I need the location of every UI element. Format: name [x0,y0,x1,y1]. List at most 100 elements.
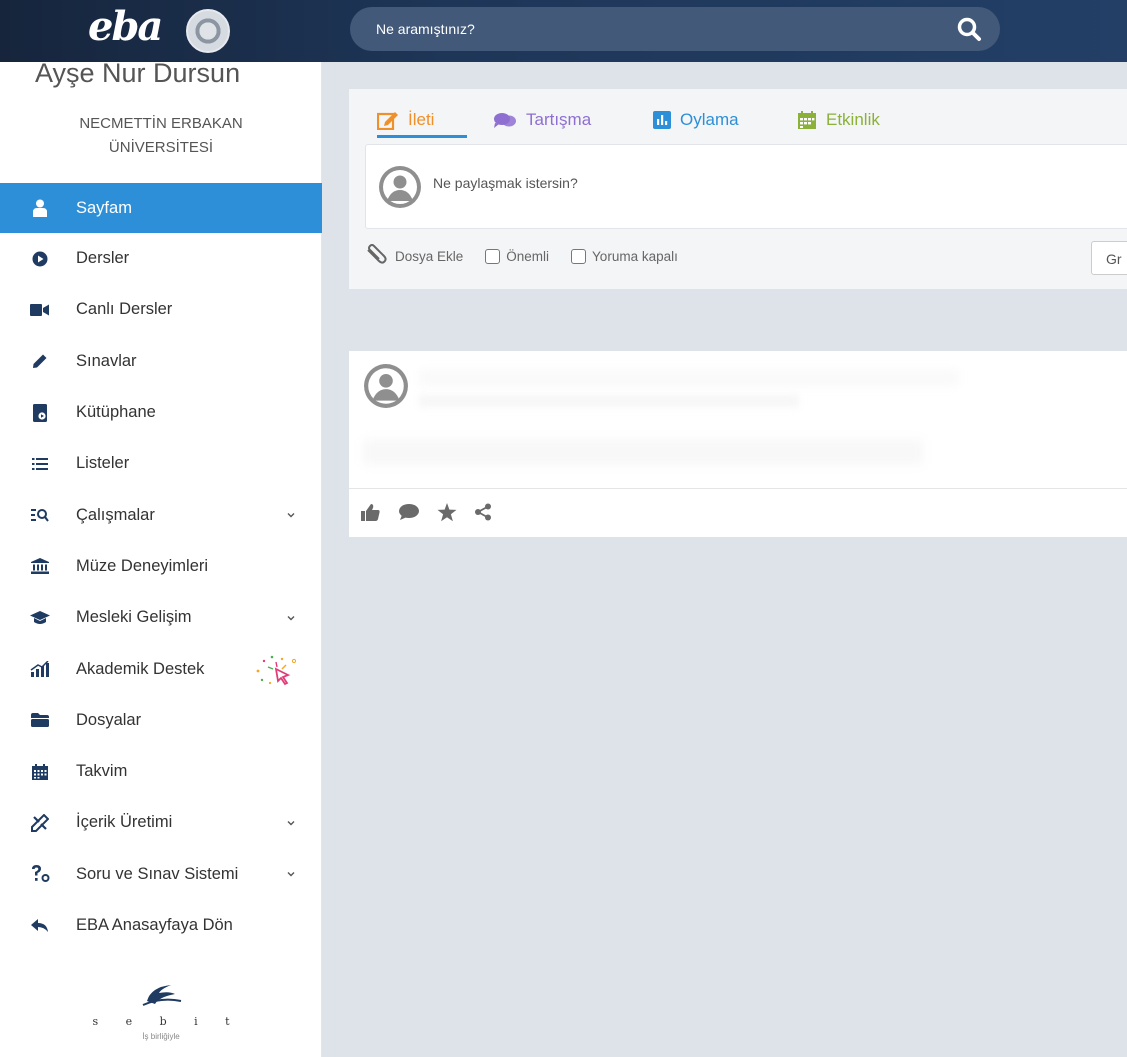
user-icon [29,197,51,219]
important-checkbox[interactable]: Önemli [485,248,550,264]
top-bar: eba Ne aramıştınız? [0,0,1127,62]
post-composer: İleti Tartışma Oylama Etkinlik Ne paylaş… [349,89,1127,289]
sidebar-item-label: Kütüphane [76,403,156,422]
paperclip-icon [367,244,387,264]
sidebar-item-akademik-destek[interactable]: Akademik Destek [0,643,322,694]
sidebar-item-sayfam[interactable]: Sayfam [0,183,322,233]
museum-icon [29,555,51,577]
composer-options: Dosya Ekle Önemli Yoruma kapalı [363,243,700,269]
active-tab-indicator [377,135,467,138]
tab-oylama[interactable]: Oylama [653,105,739,135]
blurred-content [363,439,923,465]
list-icon [29,453,51,475]
sidebar-item-listeler[interactable]: Listeler [0,438,322,489]
share-icon[interactable] [474,503,492,521]
like-icon[interactable] [361,503,381,521]
attach-file-button[interactable]: Dosya Ekle [363,244,463,268]
tab-label: İleti [408,110,435,129]
search-list-icon [29,504,51,526]
eba-logo[interactable]: eba [88,6,163,48]
school-name-line2: ÜNİVERSİTESİ [108,139,214,156]
calendar-icon [29,761,51,783]
sidebar: Ayşe Nur Dursun NECMETTİN ERBAKAN ÜNİVER… [0,58,322,1057]
post-input[interactable]: Ne paylaşmak istersin? [365,144,1127,229]
sidebar-item-canli-dersler[interactable]: Canlı Dersler [0,284,322,335]
tab-tartisma[interactable]: Tartışma [493,105,591,135]
search-input[interactable]: Ne aramıştınız? [376,21,475,37]
sidebar-item-calismalar[interactable]: Çalışmalar [0,489,322,540]
sebit-logo-icon [142,985,182,1006]
star-icon[interactable] [437,502,457,522]
sidebar-item-label: Dosyalar [76,710,142,729]
play-circle-icon [29,248,51,270]
sidebar-item-label: Sınavlar [76,351,137,370]
reply-icon [29,915,51,937]
school-name-line1: NECMETTİN ERBAKAN [79,115,243,132]
comment-icon[interactable] [398,503,420,521]
search-icon[interactable] [956,16,982,42]
calendar-icon [798,111,816,129]
partner-name: s e b i t [92,1015,242,1028]
divider [349,488,1127,489]
sidebar-item-label: Müze Deneyimleri [76,556,209,575]
blurred-author [419,369,959,387]
sidebar-item-label: Dersler [76,249,130,268]
group-select-button[interactable]: Gr [1091,241,1127,275]
sidebar-item-sinavlar[interactable]: Sınavlar [0,336,322,387]
tab-ileti[interactable]: İleti [377,105,434,135]
sidebar-item-label: Listeler [76,454,130,473]
sidebar-item-muze-deneyimleri[interactable]: Müze Deneyimleri [0,541,322,592]
sidebar-item-label: Takvim [76,762,128,781]
sidebar-item-kutuphane[interactable]: Kütüphane [0,387,322,438]
sidebar-item-label: Çalışmalar [76,505,155,524]
chart-icon [29,658,51,680]
sidebar-nav: Sayfam Dersler Canlı Dersler Sınavlar Kü [0,183,322,951]
avatar-icon [363,363,409,409]
chevron-down-icon[interactable] [284,508,298,522]
partner-logo: s e b i t İş birliğiyle [0,977,322,1041]
sidebar-item-dosyalar[interactable]: Dosyalar [0,695,322,746]
sidebar-item-eba-anasayfa[interactable]: EBA Anasayfaya Dön [0,900,322,951]
sidebar-item-mesleki-gelisim[interactable]: Mesleki Gelişim [0,592,322,643]
sparkle-cursor-icon [256,656,297,686]
sidebar-item-label: Canlı Dersler [76,300,173,319]
pen-ruler-icon [29,812,51,834]
sidebar-item-label: EBA Anasayfaya Dön [76,916,233,934]
poll-icon [653,111,671,129]
library-icon [29,402,51,424]
edit-icon [377,112,398,130]
avatar-icon [378,165,422,209]
tab-label: Tartışma [526,110,592,129]
sidebar-item-dersler[interactable]: Dersler [0,233,322,284]
sidebar-item-icerik-uretimi[interactable]: İçerik Üretimi [0,797,322,848]
search-bar[interactable]: Ne aramıştınız? [350,7,1000,51]
chevron-down-icon[interactable] [284,816,298,830]
tab-label: Oylama [680,110,739,129]
sidebar-item-label: Sayfam [76,198,132,217]
feed-post [349,351,1127,537]
sidebar-item-label: Soru ve Sınav Sistemi [76,864,239,883]
pencil-icon [29,350,51,372]
checkbox-box[interactable] [485,248,501,264]
folder-icon [29,709,51,731]
graduation-cap-icon [29,607,51,629]
ministry-seal-icon [186,9,230,53]
attach-file-label: Dosya Ekle [395,248,464,264]
important-label: Önemli [506,248,550,264]
sidebar-item-soru-ve-sinav-sistemi[interactable]: Soru ve Sınav Sistemi [0,849,322,900]
chevron-down-icon[interactable] [284,867,298,881]
comments-closed-label: Yoruma kapalı [592,248,678,264]
video-camera-icon [29,299,51,321]
sidebar-item-label: Akademik Destek [76,659,205,678]
sidebar-item-label: İçerik Üretimi [76,813,173,832]
chat-bubbles-icon [494,113,516,128]
comments-closed-checkbox[interactable]: Yoruma kapalı [571,248,678,264]
post-placeholder: Ne paylaşmak istersin? [433,175,578,191]
question-icon [29,863,51,885]
sidebar-item-takvim[interactable]: Takvim [0,746,322,797]
checkbox-box[interactable] [571,248,587,264]
chevron-down-icon[interactable] [284,611,298,625]
user-name: Ayşe Nur Dursun [35,58,241,88]
sidebar-item-label: Mesleki Gelişim [76,608,192,627]
tab-etkinlik[interactable]: Etkinlik [797,105,880,135]
